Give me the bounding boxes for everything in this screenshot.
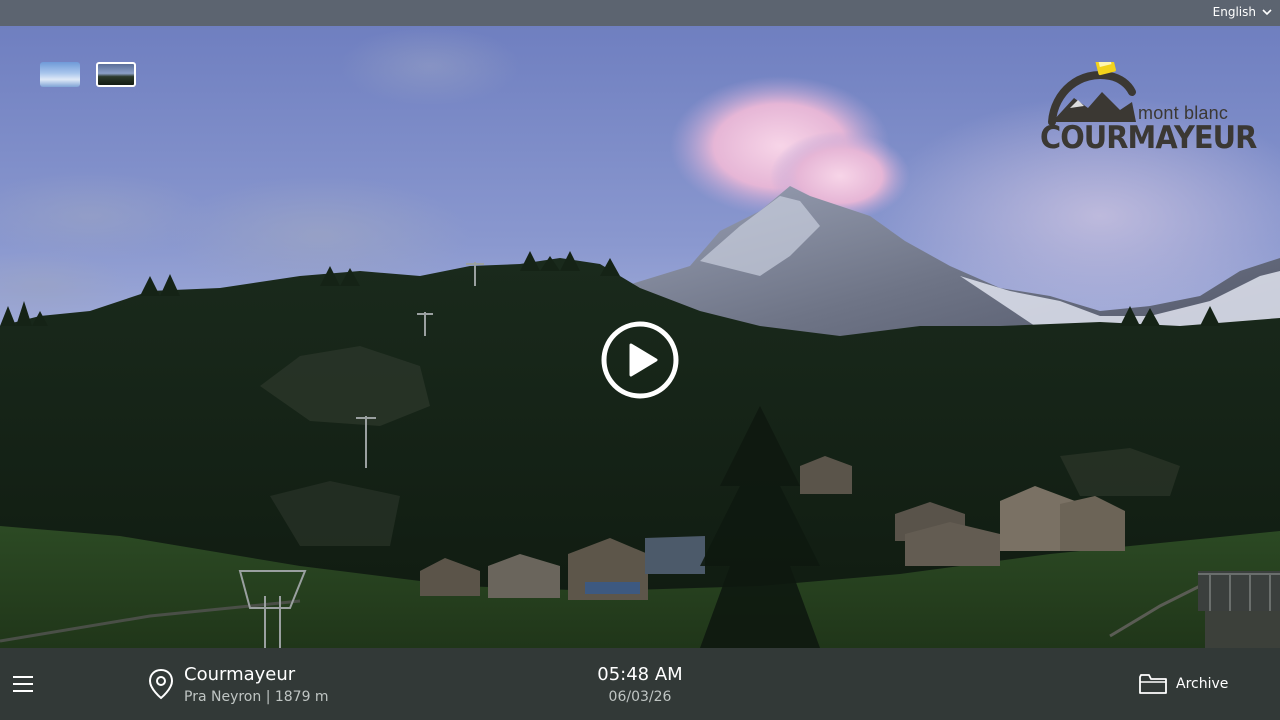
play-icon[interactable] <box>600 320 680 400</box>
capture-time: 05:48 AM <box>597 664 683 685</box>
bottom-bar: Courmayeur Pra Neyron | 1879 m 05:48 AM … <box>0 648 1280 720</box>
folder-icon <box>1139 674 1167 694</box>
hamburger-menu-icon[interactable] <box>12 673 34 695</box>
day-sky-thumbnail[interactable] <box>40 62 80 87</box>
camera-thumbnails <box>40 62 136 87</box>
dawn-mountain-thumbnail[interactable] <box>96 62 136 87</box>
courmayeur-logo: mont blanc COURMAYEUR <box>1040 62 1257 162</box>
archive-label: Archive <box>1176 676 1229 692</box>
webcam-view[interactable]: mont blanc COURMAYEUR <box>0 26 1280 648</box>
top-bar: English <box>0 0 1280 26</box>
archive-button[interactable]: Archive <box>1138 672 1228 696</box>
location-pin-icon <box>148 668 174 700</box>
location-subtitle: Pra Neyron | 1879 m <box>184 689 329 705</box>
location-name: Courmayeur <box>184 664 296 685</box>
language-selector[interactable]: English <box>1213 5 1272 19</box>
language-label: English <box>1212 5 1256 19</box>
capture-date: 06/03/26 <box>608 689 672 705</box>
logo-main-line: COURMAYEUR <box>1040 120 1257 156</box>
chevron-down-icon <box>1262 9 1272 16</box>
